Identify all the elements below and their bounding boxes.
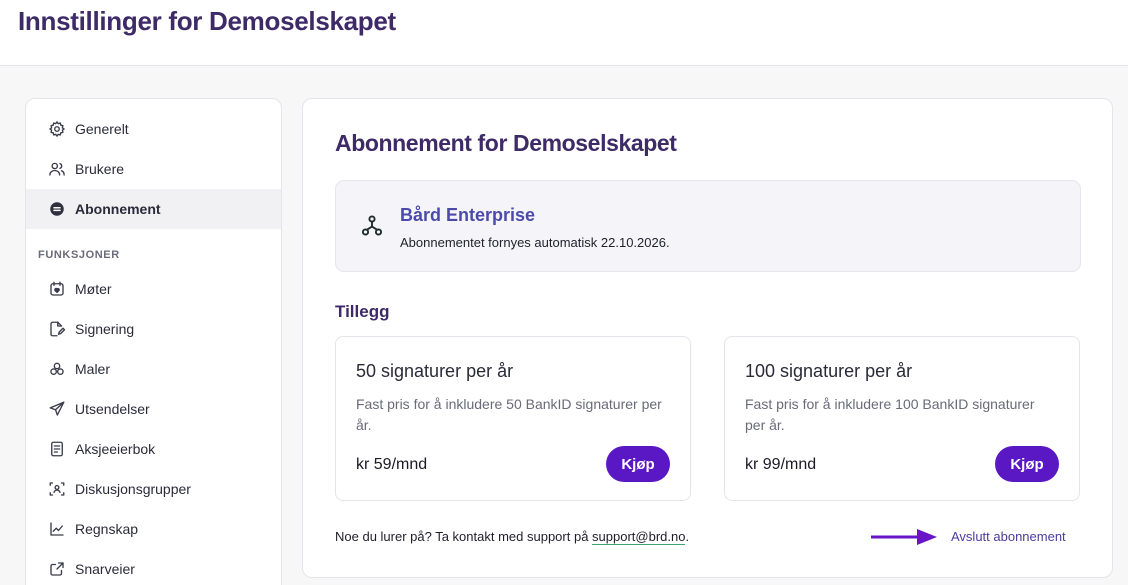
sidebar-item-label: Signering bbox=[75, 321, 135, 337]
sidebar-item-label: Maler bbox=[75, 361, 111, 377]
addon-card-50: 50 signaturer per år Fast pris for å ink… bbox=[335, 336, 691, 501]
sidebar-item-signering[interactable]: Signering bbox=[26, 309, 281, 349]
sidebar-item-label: Møter bbox=[75, 281, 112, 297]
addon-title: 100 signaturer per år bbox=[745, 361, 913, 381]
sidebar-item-label: Aksjeeierbok bbox=[75, 441, 156, 457]
subscription-icon bbox=[48, 200, 66, 218]
sidebar-item-label: Generelt bbox=[75, 121, 129, 137]
support-email-link[interactable]: support@brd.no bbox=[592, 529, 686, 545]
sidebar-item-generelt[interactable]: Generelt bbox=[26, 109, 281, 149]
sidebar-item-label: Abonnement bbox=[75, 201, 161, 217]
shortcut-icon bbox=[48, 560, 66, 578]
addon-description: Fast pris for å inkludere 100 BankID sig… bbox=[745, 396, 1035, 433]
templates-icon bbox=[48, 360, 66, 378]
calendar-icon bbox=[48, 280, 66, 298]
cancel-subscription-link[interactable]: Avslutt abonnement bbox=[951, 529, 1066, 544]
sidebar-item-label: Utsendelser bbox=[75, 401, 150, 417]
sidebar-item-utsendelser[interactable]: Utsendelser bbox=[26, 389, 281, 429]
plan-card: Bård Enterprise Abonnementet fornyes aut… bbox=[335, 180, 1081, 272]
group-icon bbox=[48, 480, 66, 498]
support-text-end: . bbox=[685, 529, 690, 544]
addon-description: Fast pris for å inkludere 50 BankID sign… bbox=[356, 396, 662, 433]
addons-heading: Tillegg bbox=[335, 302, 390, 321]
chart-icon bbox=[48, 520, 66, 538]
sidebar-item-maler[interactable]: Maler bbox=[26, 349, 281, 389]
page-title: Innstillinger for Demoselskapet bbox=[18, 6, 396, 36]
sidebar-item-regnskap[interactable]: Regnskap bbox=[26, 509, 281, 549]
sidebar-item-label: Snarveier bbox=[75, 561, 135, 577]
subscription-panel: Abonnement for Demoselskapet Bård Enterp… bbox=[302, 98, 1113, 578]
addon-card-100: 100 signaturer per år Fast pris for å in… bbox=[724, 336, 1080, 501]
support-text: Noe du lurer på? Ta kontakt med support … bbox=[335, 529, 593, 544]
addon-price: kr 99/mnd bbox=[745, 456, 817, 473]
section-heading: Abonnement for Demoselskapet bbox=[335, 130, 677, 156]
section-label-funksjoner: FUNKSJONER bbox=[38, 249, 120, 261]
arrow-right-icon bbox=[871, 527, 939, 547]
plan-name: Bård Enterprise bbox=[400, 205, 536, 225]
top-bar: Innstillinger for Demoselskapet bbox=[0, 0, 1128, 66]
sidebar-item-label: Regnskap bbox=[75, 521, 139, 537]
sidebar-item-label: Diskusjonsgrupper bbox=[75, 481, 191, 497]
book-icon bbox=[48, 440, 66, 458]
sidebar-item-moter[interactable]: Møter bbox=[26, 269, 281, 309]
signature-icon bbox=[48, 320, 66, 338]
sidebar-item-label: Brukere bbox=[75, 161, 125, 177]
addon-price: kr 59/mnd bbox=[356, 456, 428, 473]
sidebar: Generelt Brukere Abonnement FUNKSJONER M… bbox=[25, 98, 282, 585]
sidebar-item-brukere[interactable]: Brukere bbox=[26, 149, 281, 189]
sidebar-item-aksjeeierbok[interactable]: Aksjeeierbok bbox=[26, 429, 281, 469]
hierarchy-icon bbox=[360, 214, 384, 238]
buy-button-50[interactable]: Kjøp bbox=[606, 446, 670, 482]
sidebar-item-abonnement[interactable]: Abonnement bbox=[26, 189, 281, 229]
gear-icon bbox=[48, 120, 66, 138]
users-icon bbox=[48, 160, 66, 178]
sidebar-item-snarveier[interactable]: Snarveier bbox=[26, 549, 281, 585]
sidebar-item-diskusjonsgrupper[interactable]: Diskusjonsgrupper bbox=[26, 469, 281, 509]
send-icon bbox=[48, 400, 66, 418]
plan-renewal-text: Abonnementet fornyes automatisk 22.10.20… bbox=[400, 235, 670, 250]
buy-button-100[interactable]: Kjøp bbox=[995, 446, 1059, 482]
support-note: Noe du lurer på? Ta kontakt med support … bbox=[335, 529, 690, 545]
addon-title: 50 signaturer per år bbox=[356, 361, 514, 381]
